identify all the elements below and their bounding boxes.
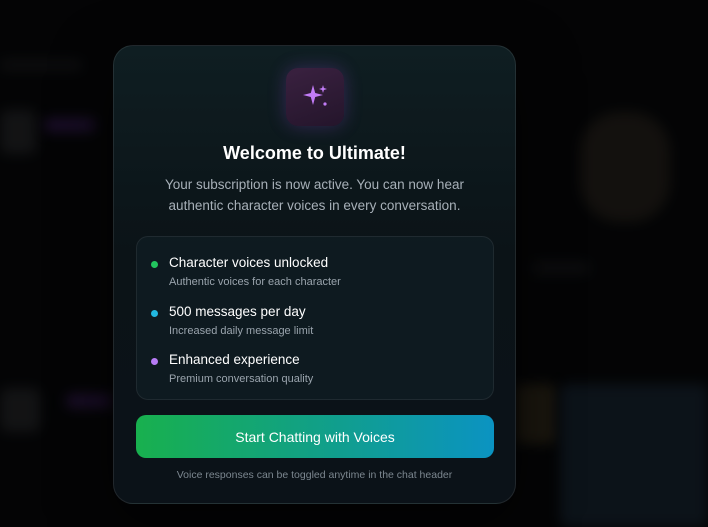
sparkle-icon xyxy=(303,85,327,106)
feature-subtitle: Authentic voices for each character xyxy=(169,276,341,288)
feature-title: 500 messages per day xyxy=(169,304,306,319)
modal-subtitle: Your subscription is now active. You can… xyxy=(144,174,485,216)
sparkle-icon-container xyxy=(286,68,344,126)
subtitle-line: Your subscription is now active. You can… xyxy=(165,177,464,192)
status-dot-icon xyxy=(151,261,158,268)
features-list: Character voices unlocked Authentic voic… xyxy=(136,236,494,400)
start-chatting-button[interactable]: Start Chatting with Voices xyxy=(136,415,494,458)
subtitle-line: authentic character voices in every conv… xyxy=(168,198,461,213)
modal-title: Welcome to Ultimate! xyxy=(223,143,406,163)
status-dot-icon xyxy=(151,358,158,365)
status-dot-icon xyxy=(151,310,158,317)
feature-title: Character voices unlocked xyxy=(169,255,329,270)
feature-subtitle: Premium conversation quality xyxy=(169,373,314,385)
feature-subtitle: Increased daily message limit xyxy=(169,325,314,337)
welcome-modal: Welcome to Ultimate! Your subscription i… xyxy=(113,45,516,504)
feature-title: Enhanced experience xyxy=(169,352,300,367)
voice-toggle-note: Voice responses can be toggled anytime i… xyxy=(176,469,453,481)
